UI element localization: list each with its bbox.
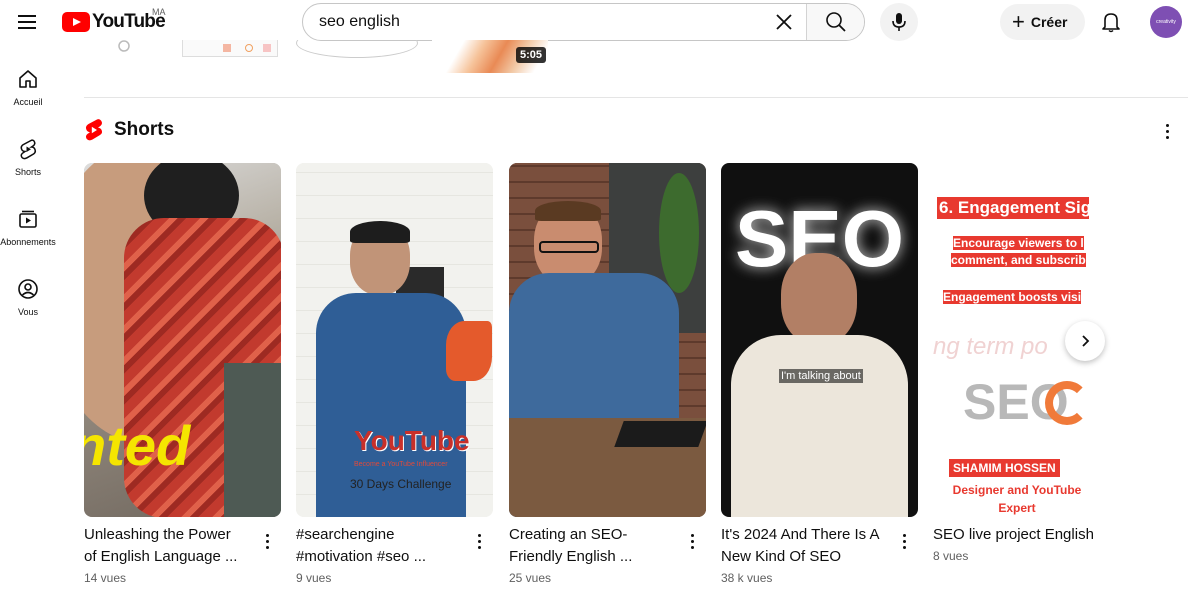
short-menu-button[interactable] [897,531,911,551]
menu-icon[interactable] [16,10,40,34]
search-input[interactable] [303,4,762,40]
short-thumbnail[interactable] [509,163,706,517]
top-bar: YouTube MA + Créer creativity [0,0,1200,44]
sidebar-item-label: Vous [17,307,39,317]
you-icon [18,279,38,299]
region-code: MA [152,7,166,17]
short-overlay-text: YouTube [354,425,470,456]
avatar[interactable]: creativity [1150,6,1182,38]
create-button[interactable]: + Créer [1000,4,1085,40]
bell-icon [1102,13,1120,33]
sidebar-item-shorts[interactable]: Shorts [0,138,56,198]
previous-item-icon [112,40,136,72]
short-title[interactable]: Creating an SEO-Friendly English ... [509,524,669,568]
short-menu-button[interactable] [472,531,486,551]
sidebar-item-label: Shorts [14,167,41,177]
short-title[interactable]: Unleashing the Power of English Language… [84,524,244,568]
short-author-role: Designer and YouTube Expert [952,483,1082,515]
short-views: 8 vues [933,549,969,563]
sidebar-item-label: Abonnements [0,237,56,247]
previous-thumbnail[interactable] [296,40,418,60]
previous-thumbnail[interactable] [182,40,278,57]
short-menu-button[interactable] [685,531,699,551]
youtube-play-icon [62,12,90,32]
short-views: 38 k vues [721,571,773,585]
plus-icon: + [1012,9,1025,34]
short-overlay-line: Encourage viewers to l [953,236,1084,250]
short-thumbnail[interactable]: YouTube Become a YouTube Influencer 30 D… [296,163,493,517]
short-title[interactable]: It's 2024 And There Is A New Kind Of SEO [721,524,881,568]
youtube-logo[interactable]: YouTube MA [62,7,166,34]
shorts-title: Shorts [114,119,175,140]
short-overlay-text: nted [84,414,191,477]
voice-search-button[interactable] [880,3,918,41]
short-overlay-subtext: 30 Days Challenge [350,477,452,491]
video-duration-badge: 5:05 [516,47,547,63]
avatar-text: creativity [1156,19,1176,25]
shorts-next-button[interactable] [1065,321,1105,361]
sidebar-item-you[interactable]: Vous [0,278,56,338]
sidebar-item-subscriptions[interactable]: Abonnements [0,208,56,268]
search-button[interactable] [806,4,864,40]
short-thumbnail[interactable]: SEO I'm talking about [721,163,918,517]
short-thumbnail[interactable]: nted [84,163,281,517]
shorts-section-menu-button[interactable] [1158,120,1176,142]
notifications-button[interactable] [1098,9,1124,35]
short-overlay-line: comment, and subscrib [951,253,1086,267]
divider [84,97,1188,98]
sidebar-item-home[interactable]: Accueil [0,68,56,128]
short-menu-button[interactable] [260,531,274,551]
home-icon [19,70,37,88]
short-views: 14 vues [84,571,127,585]
short-title[interactable]: #searchengine #motivation #seo ... [296,524,456,568]
search-bar [302,3,865,41]
short-overlay-ghost: ng term po [933,333,1048,360]
short-author-badge: SHAMIM HOSSEN [949,459,1060,477]
short-views: 9 vues [296,571,332,585]
create-label: Créer [1030,14,1068,30]
short-overlay-text: 6. Engagement Sig [937,197,1089,219]
short-caption: I'm talking about [779,369,863,383]
subscriptions-icon [19,210,37,228]
short-overlay-subtext: Become a YouTube Influencer [354,461,448,468]
search-icon [825,12,846,32]
sidebar-item-label: Accueil [13,97,43,107]
short-title[interactable]: SEO live project English [933,524,1093,546]
short-views: 25 vues [509,571,552,585]
close-icon [776,14,792,30]
chevron-right-icon [1082,335,1090,347]
short-overlay-line: Engagement boosts visi [943,290,1082,304]
shorts-section-header: Shorts [84,117,174,143]
microphone-icon [892,13,906,31]
shorts-icon [20,139,37,160]
clear-search-button[interactable] [762,4,806,40]
shorts-logo-icon [85,119,103,141]
